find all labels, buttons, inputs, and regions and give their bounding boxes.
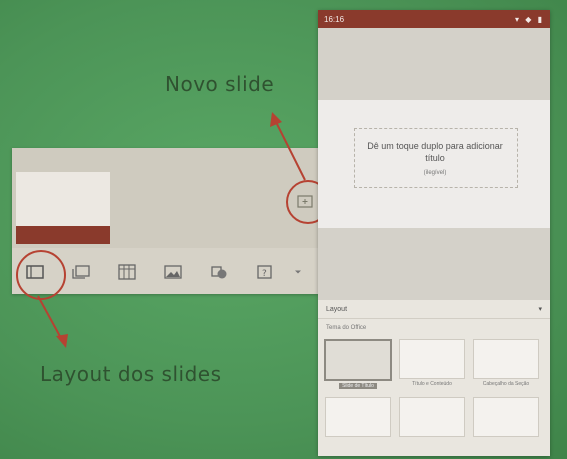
layout-label: Slide de Título [339, 383, 377, 389]
theme-name: Tema do Office [326, 325, 367, 331]
layout-grid: Slide de Título Título e Conteúdo Cabeça… [318, 335, 550, 443]
layout-thumbnail [324, 339, 392, 381]
layout-thumbnail [399, 397, 465, 437]
layout-panel-title: Layout [326, 305, 348, 313]
table-button[interactable] [104, 256, 150, 288]
status-bar: 16:16 ▾ ◆ ▮ [318, 10, 550, 28]
shapes-icon [211, 266, 227, 279]
layout-panel-header[interactable]: Layout ▾ [318, 300, 550, 319]
image-icon [164, 265, 182, 279]
layout-option[interactable]: Slide de Título [324, 339, 392, 389]
layout-option[interactable] [325, 397, 391, 439]
toolbar-dropdown[interactable] [288, 256, 308, 288]
shapes-button[interactable] [196, 256, 242, 288]
slide-thumbnail[interactable] [16, 172, 110, 226]
layout-label: Cabeçalho da Seção [482, 381, 530, 387]
layout-option[interactable] [473, 397, 539, 439]
slide-preview[interactable]: Dê um toque duplo para adicionar título … [318, 100, 550, 228]
layout-panel: Layout ▾ Tema do Office Slide de Título … [318, 300, 550, 456]
layout-highlight-ring [16, 250, 66, 300]
layout-label: Título e Conteúdo [412, 381, 452, 387]
collapse-icon[interactable]: ▾ [538, 305, 542, 313]
status-icons: ▾ ◆ ▮ [514, 14, 544, 24]
new-slide-icon [72, 265, 90, 279]
table-icon [118, 264, 136, 280]
slide-thumbnail-bar [16, 226, 110, 244]
layout-thumbnail [473, 339, 539, 379]
svg-text:?: ? [262, 269, 267, 279]
slide-title-placeholder[interactable]: Dê um toque duplo para adicionar título [358, 140, 512, 164]
phone-screenshot: 16:16 ▾ ◆ ▮ Dê um toque duplo para adici… [318, 10, 550, 456]
layout-option[interactable]: Título e Conteúdo [399, 339, 465, 389]
more-button[interactable]: ? [242, 256, 288, 288]
callout-layout-dos-slides: Layout dos slides [40, 362, 222, 386]
dropdown-icon [295, 270, 301, 274]
slide-subtitle-placeholder[interactable]: (ilegível) [358, 170, 512, 176]
status-time: 16:16 [324, 14, 345, 24]
layout-option[interactable] [399, 397, 465, 439]
more-icon: ? [257, 265, 272, 279]
layout-thumbnail [473, 397, 539, 437]
layout-thumbnail [325, 397, 391, 437]
image-button[interactable] [150, 256, 196, 288]
layout-thumbnail [399, 339, 465, 379]
slide-editor: Dê um toque duplo para adicionar título … [318, 28, 550, 300]
layout-option[interactable]: Cabeçalho da Seção [473, 339, 539, 389]
callout-novo-slide: Novo slide [165, 72, 275, 96]
arrow-layout-dos-slides [37, 295, 68, 348]
